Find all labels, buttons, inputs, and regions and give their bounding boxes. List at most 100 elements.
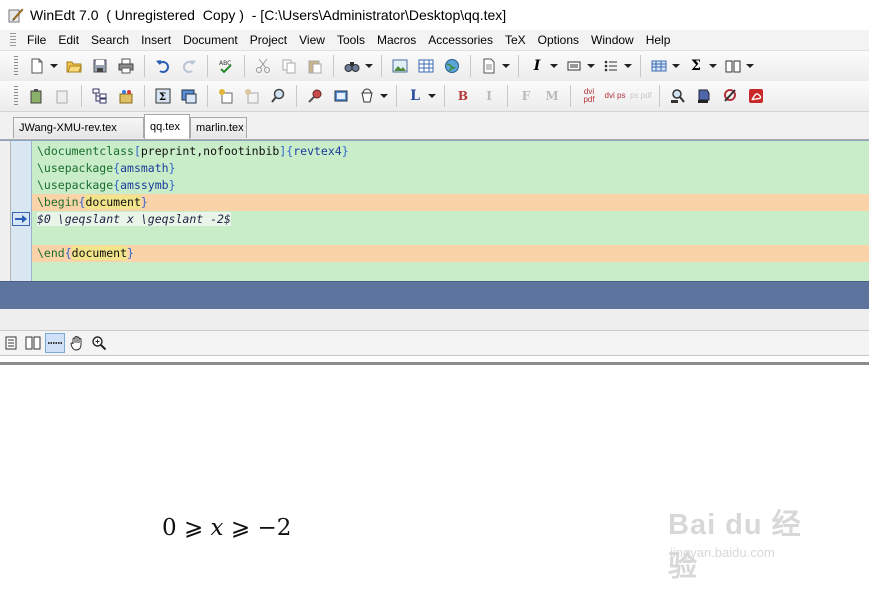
menu-window[interactable]: Window	[586, 33, 641, 47]
menu-options[interactable]: Options	[533, 33, 586, 47]
spellcheck-button[interactable]: ABC	[215, 55, 237, 77]
menu-view[interactable]: View	[294, 33, 332, 47]
toolbar-separator	[640, 55, 641, 77]
menu-edit[interactable]: Edit	[53, 33, 86, 47]
print-button[interactable]	[115, 55, 137, 77]
pane-splitter[interactable]	[0, 281, 869, 310]
list-dropdown[interactable]	[624, 55, 632, 77]
undo-button[interactable]	[152, 55, 174, 77]
source-editor[interactable]: \documentclass[preprint,nofootinbib]{rev…	[0, 140, 869, 281]
code-line-7[interactable]: \end{document}	[32, 245, 869, 262]
italic-button[interactable]: I	[526, 55, 548, 77]
pspdf-button[interactable]: ps pdf	[630, 85, 652, 107]
viewer-toolbar	[0, 330, 869, 356]
hand-tool-button[interactable]	[67, 333, 87, 353]
zoom-tool-button[interactable]	[89, 333, 109, 353]
menu-accessories[interactable]: Accessories	[423, 33, 500, 47]
code-line-3[interactable]: \usepackage{amssymb}	[32, 177, 869, 194]
code-line-1[interactable]: \documentclass[preprint,nofootinbib]{rev…	[32, 143, 869, 160]
sum-button[interactable]: Σ	[685, 55, 707, 77]
single-page-button[interactable]	[1, 333, 21, 353]
dvi-viewer-button[interactable]	[693, 85, 715, 107]
list-button[interactable]	[600, 55, 622, 77]
menu-project[interactable]: Project	[245, 33, 294, 47]
sum-dropdown[interactable]	[709, 55, 717, 77]
find-dropdown[interactable]	[365, 55, 373, 77]
editor-gutter[interactable]	[11, 141, 32, 281]
cut-button[interactable]	[252, 55, 274, 77]
tab-marlin[interactable]: marlin.tex	[190, 117, 247, 138]
book-dropdown[interactable]	[746, 55, 754, 77]
remove-main-file-button[interactable]	[52, 85, 74, 107]
pdf-viewer-button[interactable]	[745, 85, 767, 107]
menu-insert[interactable]: Insert	[136, 33, 178, 47]
winedt-app-icon[interactable]	[8, 7, 24, 23]
find-button[interactable]	[341, 55, 363, 77]
math-sum-button[interactable]: Σ	[152, 85, 174, 107]
new-file-button[interactable]	[26, 55, 48, 77]
code-line-4[interactable]: \begin{document}	[32, 194, 869, 211]
menu-search[interactable]: Search	[86, 33, 136, 47]
brace: }	[341, 144, 349, 158]
dvips-button[interactable]: dvi ps	[604, 85, 626, 107]
cut-icon	[256, 58, 270, 73]
tab-jwang-xmu-rev[interactable]: JWang-XMU-rev.tex	[13, 117, 144, 138]
align-dropdown[interactable]	[587, 55, 595, 77]
hand-icon	[70, 336, 82, 351]
menu-file[interactable]: File	[22, 33, 53, 47]
frame-button[interactable]	[330, 85, 352, 107]
format-button[interactable]: F	[515, 85, 537, 107]
double-page-button[interactable]	[23, 333, 43, 353]
main-file-button[interactable]	[26, 85, 48, 107]
latex-button[interactable]: L	[404, 85, 426, 107]
dvipdf-button[interactable]: dvi pdf	[578, 85, 600, 107]
tab-qq[interactable]: qq.tex	[144, 114, 190, 139]
open-button[interactable]	[63, 55, 85, 77]
main-toolbar: ABC I Σ	[0, 51, 869, 81]
code-line-5[interactable]: $0 \geqslant x \geqslant -2$	[32, 211, 869, 228]
code-line-6[interactable]	[32, 228, 869, 245]
menu-help[interactable]: Help	[641, 33, 678, 47]
continuous-button[interactable]	[45, 333, 65, 353]
editor-left-margin	[0, 141, 11, 281]
menu-macros[interactable]: Macros	[372, 33, 423, 47]
document-dropdown[interactable]	[502, 55, 510, 77]
latex-dropdown[interactable]	[428, 85, 436, 107]
zoom-search-button[interactable]	[267, 85, 289, 107]
toolbar-separator	[570, 85, 571, 107]
dvi-tools-button[interactable]	[719, 85, 741, 107]
pin-button[interactable]	[304, 85, 326, 107]
index-icon	[245, 89, 259, 104]
bibtex-button[interactable]: B	[452, 85, 474, 107]
menu-tex[interactable]: TeX	[500, 33, 533, 47]
save-button[interactable]	[89, 55, 111, 77]
pdf-preview[interactable]: 0 ⩾ x ⩾ −2 Bai du 经验 jingyan.baidu.com	[0, 365, 869, 602]
dvi-preview-button[interactable]	[667, 85, 689, 107]
web-button[interactable]	[441, 55, 463, 77]
italic-dropdown[interactable]	[550, 55, 558, 77]
book-button[interactable]	[722, 55, 744, 77]
menu-document[interactable]: Document	[178, 33, 245, 47]
toolbar-separator	[207, 55, 208, 77]
insert-image-button[interactable]	[389, 55, 411, 77]
bib-button[interactable]	[215, 85, 237, 107]
bucket-dropdown[interactable]	[380, 85, 388, 107]
new-file-dropdown[interactable]	[50, 55, 58, 77]
grid-dropdown[interactable]	[672, 55, 680, 77]
copy-button[interactable]	[278, 55, 300, 77]
project-button[interactable]	[115, 85, 137, 107]
redo-button[interactable]	[178, 55, 200, 77]
tree-button[interactable]	[89, 85, 111, 107]
bucket-button[interactable]	[356, 85, 378, 107]
code-line-2[interactable]: \usepackage{amsmath}	[32, 160, 869, 177]
document-button[interactable]	[478, 55, 500, 77]
align-button[interactable]	[563, 55, 585, 77]
paste-button[interactable]	[304, 55, 326, 77]
metapost-button[interactable]: M	[541, 85, 563, 107]
menu-tools[interactable]: Tools	[332, 33, 372, 47]
makeindex-button[interactable]: I	[478, 85, 500, 107]
gather-button[interactable]	[178, 85, 200, 107]
grid-button[interactable]	[648, 55, 670, 77]
index-button[interactable]	[241, 85, 263, 107]
insert-table-button[interactable]	[415, 55, 437, 77]
